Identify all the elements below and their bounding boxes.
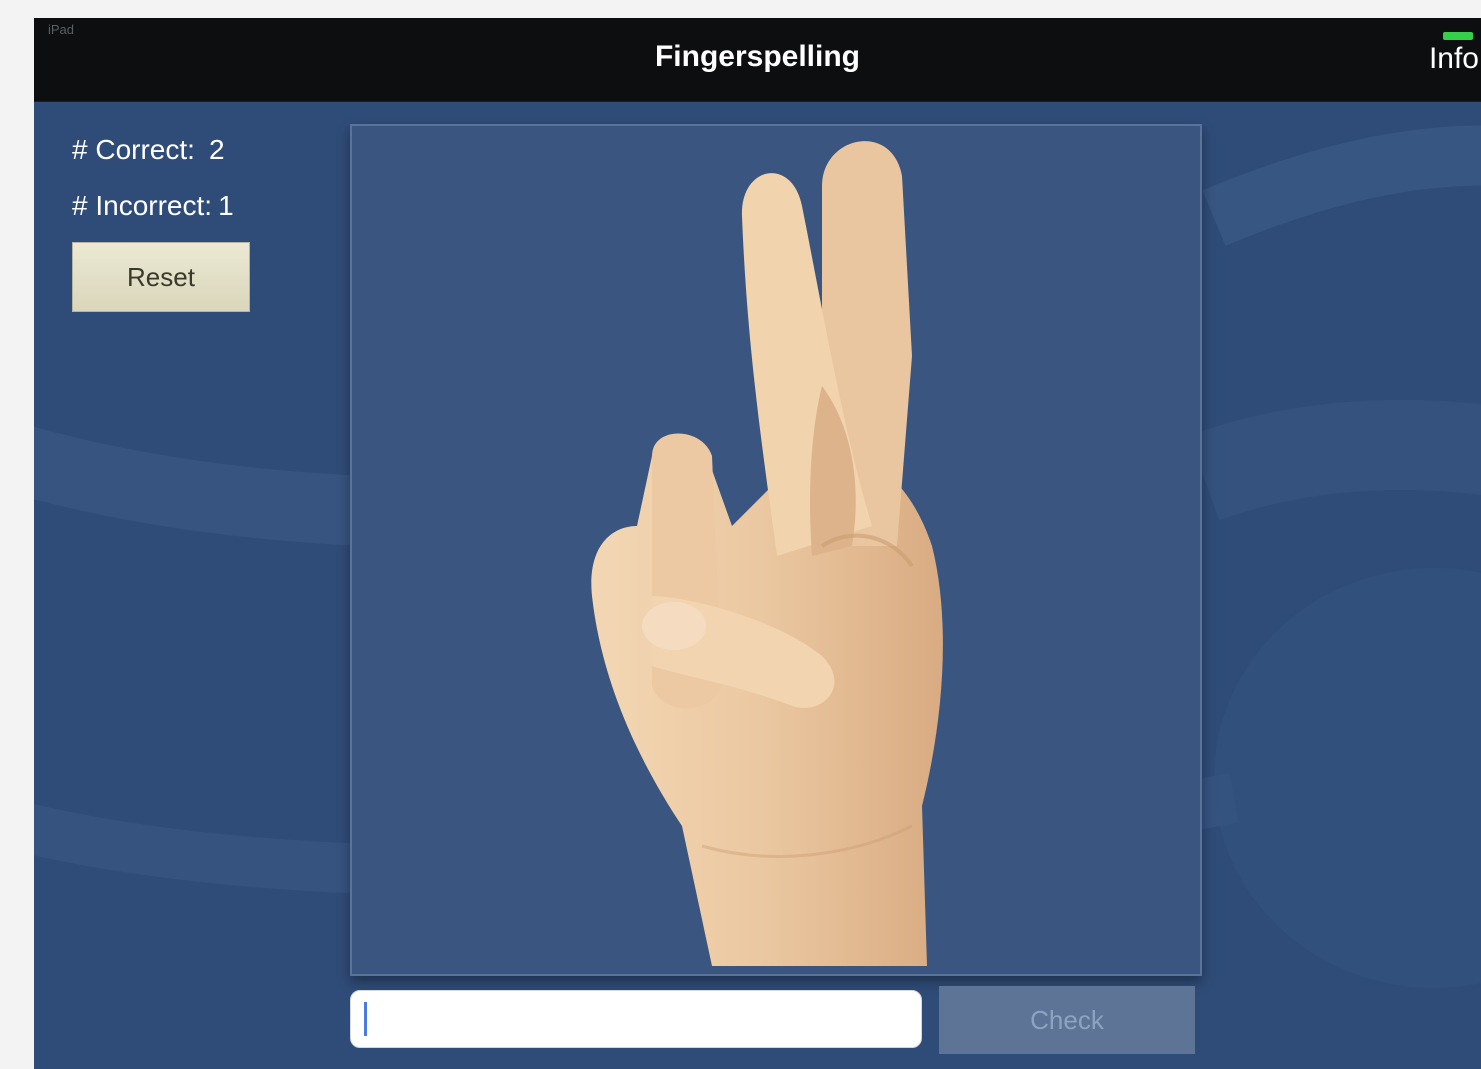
reset-button[interactable]: Reset xyxy=(72,242,250,312)
info-button[interactable]: Info xyxy=(1429,42,1479,76)
check-button[interactable]: Check xyxy=(939,986,1195,1054)
incorrect-value: 1 xyxy=(218,190,234,221)
battery-icon xyxy=(1443,32,1473,40)
answer-input[interactable] xyxy=(350,990,922,1048)
correct-label: # Correct: xyxy=(72,134,195,165)
app-screen: iPad Fingerspelling Info # Correct: 2 # I… xyxy=(34,18,1481,1069)
text-cursor xyxy=(364,1002,367,1036)
score-panel: # Correct: 2 # Incorrect: 1 xyxy=(72,130,234,242)
incorrect-label: # Incorrect: xyxy=(72,190,213,221)
incorrect-count: # Incorrect: 1 xyxy=(72,186,234,242)
correct-count: # Correct: 2 xyxy=(72,130,234,186)
status-bar-carrier: iPad xyxy=(48,22,75,37)
navigation-bar: iPad Fingerspelling Info xyxy=(34,18,1481,102)
correct-value: 2 xyxy=(208,134,225,165)
hand-sign-image xyxy=(591,141,943,967)
sign-image-panel xyxy=(350,124,1202,976)
page-title: Fingerspelling xyxy=(654,40,861,73)
